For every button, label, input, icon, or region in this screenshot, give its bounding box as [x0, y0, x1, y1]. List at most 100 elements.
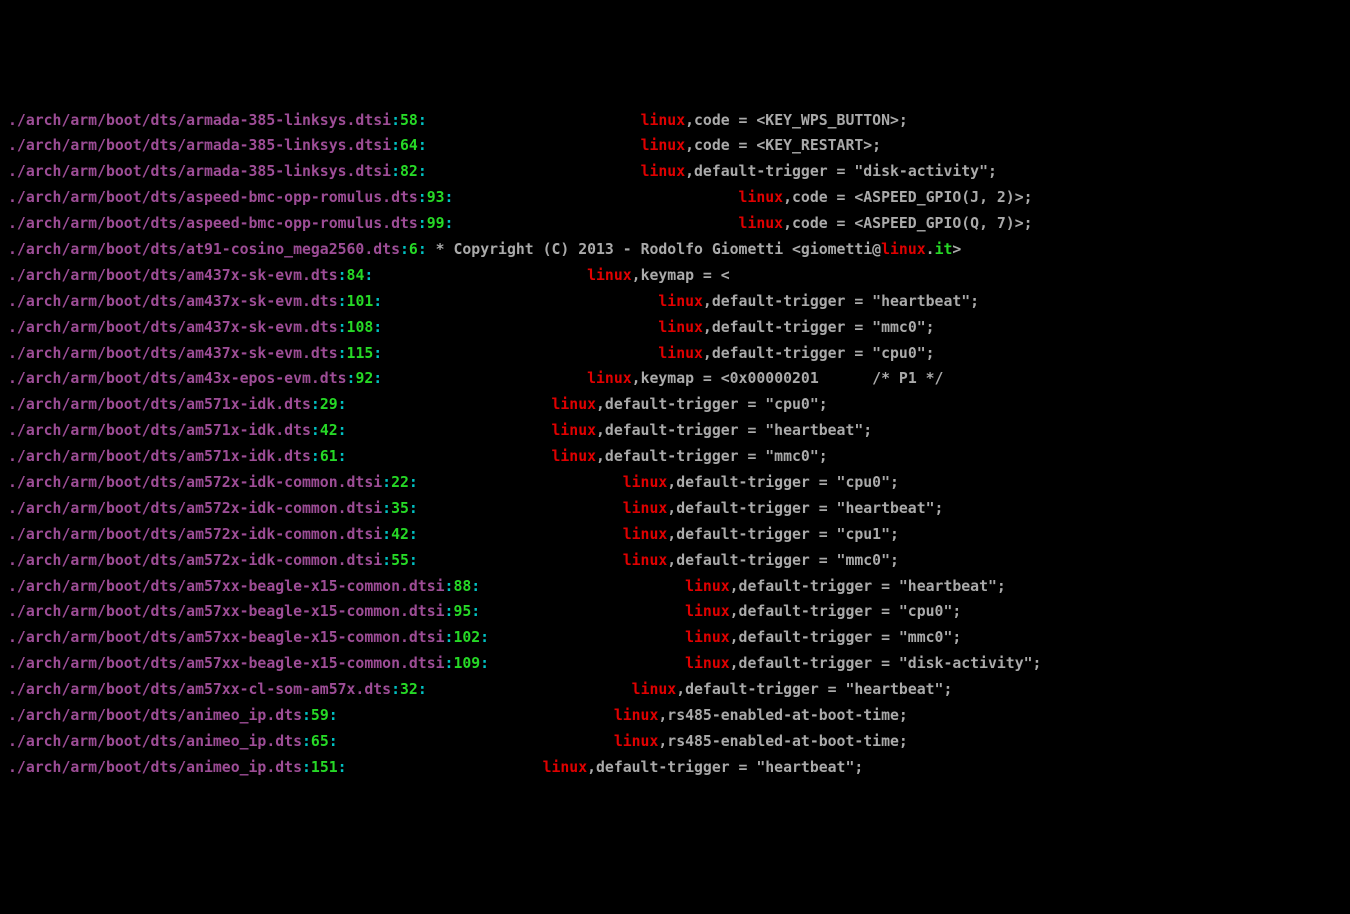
- separator-colon: :: [391, 112, 400, 129]
- match-suffix: ,default-trigger = "cpu0";: [703, 345, 935, 362]
- file-path: ./arch/arm/boot/dts/am572x-idk-common.dt…: [8, 500, 382, 517]
- leading-pad: [373, 267, 587, 284]
- match-suffix: ,default-trigger = "mmc0";: [703, 319, 935, 336]
- grep-result-line: ./arch/arm/boot/dts/at91-cosino_mega2560…: [8, 237, 1342, 263]
- line-number: 32: [400, 681, 418, 698]
- leading-pad: [338, 733, 614, 750]
- leading-pad: [427, 681, 632, 698]
- file-path: ./arch/arm/boot/dts/am57xx-beagle-x15-co…: [8, 655, 445, 672]
- separator-colon: :: [373, 345, 382, 362]
- line-number: 42: [391, 526, 409, 543]
- grep-result-line: ./arch/arm/boot/dts/armada-385-linksys.d…: [8, 108, 1342, 134]
- match-suffix: ,code = <KEY_RESTART>;: [685, 137, 881, 154]
- match-keyword: linux: [623, 500, 668, 517]
- file-path: ./arch/arm/boot/dts/am572x-idk-common.dt…: [8, 474, 382, 491]
- line-number: 6: [409, 241, 418, 258]
- match-keyword: linux: [658, 345, 703, 362]
- line-number: 35: [391, 500, 409, 517]
- separator-colon: :: [338, 448, 347, 465]
- separator-colon: :: [418, 112, 427, 129]
- match-keyword: linux: [551, 422, 596, 439]
- file-path: ./arch/arm/boot/dts/am57xx-beagle-x15-co…: [8, 629, 445, 646]
- grep-result-line: ./arch/arm/boot/dts/animeo_ip.dts:151: l…: [8, 755, 1342, 781]
- separator-colon: :: [418, 137, 427, 154]
- grep-result-line: ./arch/arm/boot/dts/am572x-idk-common.dt…: [8, 496, 1342, 522]
- match-suffix: ,default-trigger = "mmc0";: [667, 552, 899, 569]
- file-path: ./arch/arm/boot/dts/am572x-idk-common.dt…: [8, 526, 382, 543]
- separator-colon: :: [302, 733, 311, 750]
- match-suffix: ,code = <ASPEED_GPIO(J, 2)>;: [783, 189, 1032, 206]
- line-number: 88: [453, 578, 471, 595]
- line-number: 92: [355, 370, 373, 387]
- leading-pad: [427, 112, 641, 129]
- file-path: ./arch/arm/boot/dts/am43x-epos-evm.dts: [8, 370, 347, 387]
- leading-pad: [453, 215, 738, 232]
- file-path: ./arch/arm/boot/dts/am571x-idk.dts: [8, 396, 311, 413]
- line-number: 151: [311, 759, 338, 776]
- match-keyword: linux: [632, 681, 677, 698]
- file-path: ./arch/arm/boot/dts/at91-cosino_mega2560…: [8, 241, 400, 258]
- separator-colon: :: [418, 189, 427, 206]
- separator-colon: :: [338, 319, 347, 336]
- separator-colon: :: [471, 578, 480, 595]
- grep-result-line: ./arch/arm/boot/dts/aspeed-bmc-opp-romul…: [8, 185, 1342, 211]
- leading-pad: [382, 345, 658, 362]
- leading-pad: [489, 655, 685, 672]
- match-suffix: ,code = <KEY_WPS_BUTTON>;: [685, 112, 908, 129]
- file-path: ./arch/arm/boot/dts/am57xx-cl-som-am57x.…: [8, 681, 391, 698]
- file-path: ./arch/arm/boot/dts/armada-385-linksys.d…: [8, 163, 391, 180]
- separator-colon: :: [338, 267, 347, 284]
- separator-colon: :: [373, 293, 382, 310]
- terminal-output: ./arch/arm/boot/dts/armada-385-linksys.d…: [8, 108, 1342, 781]
- match-suffix: ,default-trigger = "heartbeat";: [703, 293, 979, 310]
- file-path: ./arch/arm/boot/dts/am572x-idk-common.dt…: [8, 552, 382, 569]
- match-keyword: linux: [614, 733, 659, 750]
- leading-pad: [418, 474, 623, 491]
- match-keyword: linux: [587, 267, 632, 284]
- grep-result-line: ./arch/arm/boot/dts/am437x-sk-evm.dts:84…: [8, 263, 1342, 289]
- separator-colon: :: [338, 396, 347, 413]
- line-number: 64: [400, 137, 418, 154]
- line-number: 102: [453, 629, 480, 646]
- file-path: ./arch/arm/boot/dts/animeo_ip.dts: [8, 759, 302, 776]
- line-number: 42: [320, 422, 338, 439]
- match-suffix: ,default-trigger = "heartbeat";: [667, 500, 943, 517]
- match-keyword: linux: [587, 370, 632, 387]
- line-number: 22: [391, 474, 409, 491]
- separator-colon: :: [373, 370, 382, 387]
- leading-pad: [427, 137, 641, 154]
- match-keyword: linux: [641, 112, 686, 129]
- match-suffix: ,keymap = <: [632, 267, 730, 284]
- separator-colon: :: [418, 241, 427, 258]
- file-path: ./arch/arm/boot/dts/am437x-sk-evm.dts: [8, 319, 338, 336]
- separator-colon: :: [418, 681, 427, 698]
- grep-result-line: ./arch/arm/boot/dts/am572x-idk-common.dt…: [8, 522, 1342, 548]
- separator-colon: :: [382, 526, 391, 543]
- match-keyword: linux: [551, 396, 596, 413]
- file-path: ./arch/arm/boot/dts/animeo_ip.dts: [8, 733, 302, 750]
- leading-pad: [489, 629, 685, 646]
- leading-pad: [338, 707, 614, 724]
- file-path: ./arch/arm/boot/dts/am437x-sk-evm.dts: [8, 293, 338, 310]
- leading-pad: [480, 578, 685, 595]
- separator-colon: :: [338, 759, 347, 776]
- separator-colon: :: [409, 474, 418, 491]
- grep-result-line: ./arch/arm/boot/dts/am437x-sk-evm.dts:10…: [8, 289, 1342, 315]
- match-suffix: ,default-trigger = "cpu0";: [596, 396, 828, 413]
- match-suffix: ,default-trigger = "heartbeat";: [587, 759, 863, 776]
- match-keyword: linux: [543, 759, 588, 776]
- grep-result-line: ./arch/arm/boot/dts/animeo_ip.dts:59: li…: [8, 703, 1342, 729]
- match-keyword: linux: [658, 319, 703, 336]
- match-keyword: linux: [641, 137, 686, 154]
- match-keyword: linux: [685, 578, 730, 595]
- separator-colon: :: [480, 629, 489, 646]
- separator-colon: :: [391, 137, 400, 154]
- line-number: 99: [427, 215, 445, 232]
- file-path: ./arch/arm/boot/dts/aspeed-bmc-opp-romul…: [8, 215, 418, 232]
- line-number: 95: [453, 603, 471, 620]
- separator-colon: :: [338, 422, 347, 439]
- match-suffix: ,default-trigger = "cpu0";: [667, 474, 899, 491]
- leading-pad: [427, 241, 436, 258]
- grep-result-line: ./arch/arm/boot/dts/am571x-idk.dts:42: l…: [8, 418, 1342, 444]
- match-tail: >: [952, 241, 961, 258]
